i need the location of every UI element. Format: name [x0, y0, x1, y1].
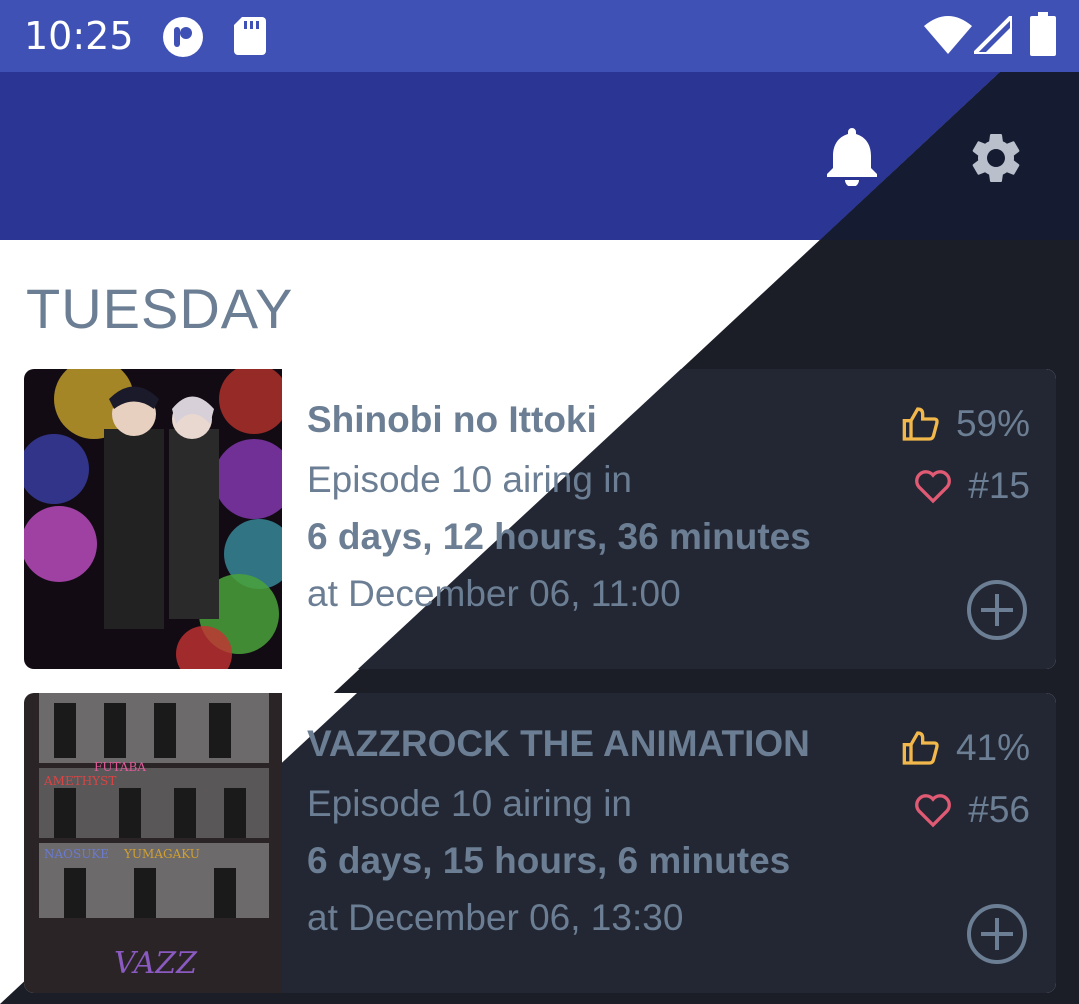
rank-stat: #15 [912, 465, 1030, 507]
anime-cover-image: AMETHYST FUTABA NAOSUKE YUMAGAKU VAZZ [24, 693, 282, 993]
svg-text:FUTABA: FUTABA [94, 760, 146, 774]
anime-title[interactable]: Shinobi no Ittoki [307, 399, 597, 441]
status-time: 10:25 [24, 14, 134, 58]
episode-line: Episode 10 airing in [307, 459, 632, 500]
wifi-icon [924, 16, 972, 54]
thumbs-up-icon [902, 731, 939, 765]
svg-text:VAZZ: VAZZ [114, 946, 198, 981]
add-to-list-icon[interactable] [966, 579, 1028, 641]
heart-icon [915, 470, 952, 504]
anime-title[interactable]: VAZZROCK THE ANIMATION [307, 723, 810, 765]
anime-card[interactable]: AMETHYST FUTABA NAOSUKE YUMAGAKU VAZZ VA… [24, 693, 1056, 993]
anime-cover-image [24, 369, 282, 669]
gear-icon[interactable] [966, 128, 1026, 188]
episode-line: Episode 10 airing in [307, 783, 632, 824]
svg-text:AMETHYST: AMETHYST [43, 774, 116, 788]
battery-icon [1030, 12, 1056, 56]
sd-card-icon [234, 17, 266, 55]
thumbs-up-icon [902, 407, 939, 441]
rank-value: #56 [968, 789, 1030, 830]
heart-icon [915, 794, 952, 828]
svg-text:NAOSUKE: NAOSUKE [44, 847, 109, 861]
anime-card[interactable]: Shinobi no Ittoki Episode 10 airing in 6… [24, 369, 1056, 669]
add-to-list-icon[interactable] [966, 903, 1028, 965]
cell-signal-icon [974, 16, 1012, 54]
bell-icon[interactable] [826, 126, 878, 186]
score-value: 41% [955, 727, 1030, 768]
countdown: 6 days, 12 hours, 36 minutes [307, 516, 811, 557]
score-value: 59% [955, 403, 1030, 444]
air-time: at December 06, 11:00 [307, 573, 681, 614]
rank-value: #15 [968, 465, 1030, 506]
score-stat: 59% [900, 403, 1030, 445]
air-time: at December 06, 13:30 [307, 897, 684, 938]
score-stat: 41% [900, 727, 1030, 769]
day-heading: TUESDAY [26, 277, 294, 340]
app-notification-icon [163, 17, 203, 57]
svg-text:YUMAGAKU: YUMAGAKU [123, 847, 200, 861]
rank-stat: #56 [912, 789, 1030, 831]
countdown: 6 days, 15 hours, 6 minutes [307, 840, 791, 881]
status-bar: 10:25 [0, 0, 1079, 72]
